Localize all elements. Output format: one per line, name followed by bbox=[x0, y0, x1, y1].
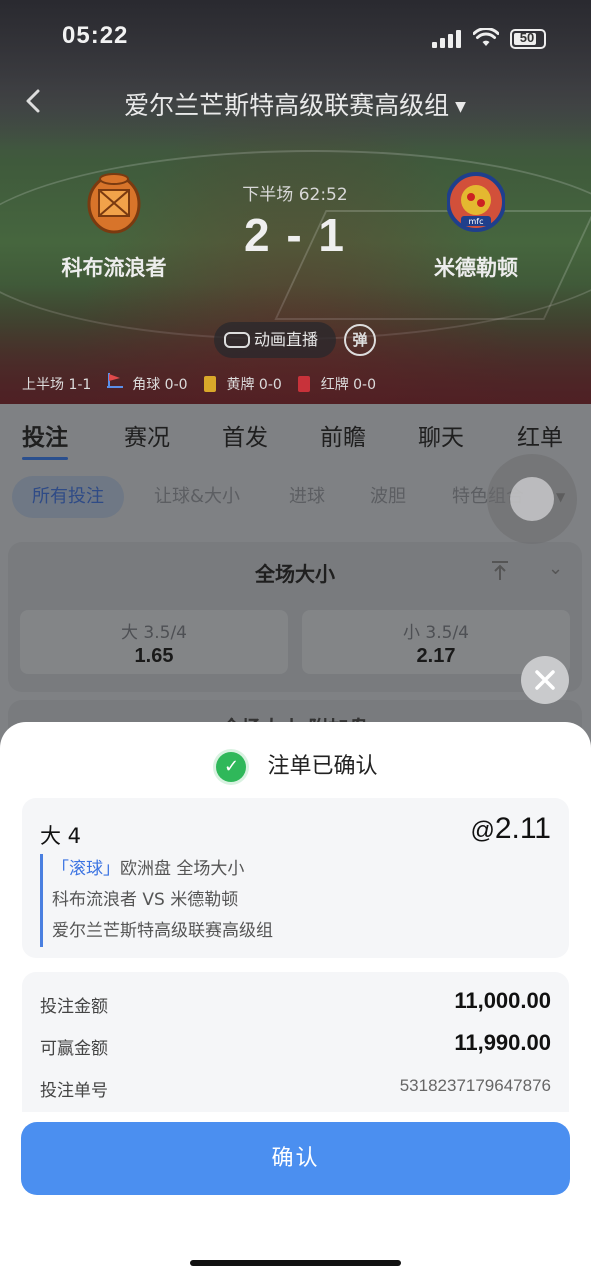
tab-chat[interactable]: 聊天 bbox=[418, 418, 464, 452]
chevron-left-icon bbox=[26, 89, 40, 113]
battery-level: 50 bbox=[519, 30, 535, 45]
corners-stat: 角球 0-0 bbox=[132, 377, 188, 393]
home-indicator bbox=[190, 1260, 401, 1266]
subtab-correct-score[interactable]: 波胆 bbox=[370, 476, 406, 518]
home-team[interactable]: 科布流浪者 bbox=[44, 170, 184, 282]
animation-icon bbox=[224, 332, 250, 348]
tab-match-status[interactable]: 赛况 bbox=[124, 418, 170, 452]
tab-bet[interactable]: 投注 bbox=[22, 418, 68, 460]
main-tabs: 投注 赛况 首发 前瞻 聊天 红单 bbox=[0, 404, 591, 466]
league-title: 爱尔兰芒斯特高级联赛高级组 bbox=[124, 91, 450, 120]
stake-value: 11,000.00 bbox=[454, 988, 551, 1013]
red-card-icon bbox=[298, 376, 311, 392]
battery-icon: 50 bbox=[510, 29, 546, 49]
status-bar: 05:22 50 bbox=[0, 22, 591, 58]
match-stats: 上半场 1-1 角球 0-0 黄牌 0-0 红牌 0-0 bbox=[22, 372, 582, 394]
status-time: 05:22 bbox=[62, 22, 129, 49]
odds-over-value: 1.65 bbox=[134, 645, 174, 667]
bet-market-line: 「滚球」欧洲盘 全场大小 bbox=[52, 854, 540, 885]
ticket-number[interactable]: 5318237179647876 bbox=[400, 1076, 551, 1096]
market-card-total: 全场大小 ⌄ 大 3.5/4 1.65 小 3.5/4 2.17 bbox=[8, 542, 582, 692]
signal-icon bbox=[432, 30, 462, 48]
close-icon bbox=[535, 670, 555, 690]
confirmation-text: 注单已确认 bbox=[267, 754, 378, 779]
yellow-cards-stat: 黄牌 0-0 bbox=[226, 377, 282, 393]
stake-row: 投注金额 11,000.00 bbox=[40, 988, 551, 1018]
subtab-goals[interactable]: 进球 bbox=[289, 476, 325, 518]
away-team-logo: mfc bbox=[446, 172, 506, 232]
check-circle-icon: ✓ bbox=[213, 749, 250, 785]
odds-under-label: 小 3.5/4 bbox=[403, 623, 469, 643]
match-score: 2 - 1 bbox=[243, 209, 347, 261]
away-team[interactable]: mfc 米德勒顿 bbox=[406, 170, 546, 282]
yellow-card-icon bbox=[204, 376, 217, 392]
stake-label: 投注金额 bbox=[40, 997, 108, 1017]
bet-confirmation-sheet: ✓ 注单已确认 大 4 @2.11 「滚球」欧洲盘 全场大小 科布流浪者 VS 米… bbox=[0, 722, 591, 1280]
odds-prefix: @ bbox=[470, 817, 495, 844]
bullet-comments-label: 弹 bbox=[352, 331, 368, 349]
odds-button-over[interactable]: 大 3.5/4 1.65 bbox=[20, 610, 288, 674]
bet-info: 「滚球」欧洲盘 全场大小 科布流浪者 VS 米德勒顿 爱尔兰芒斯特高级联赛高级组 bbox=[40, 854, 540, 947]
match-header: 05:22 50 爱尔兰芒斯特高级联赛高级组 ▼ 科布流浪者 下半场 62:52… bbox=[0, 0, 591, 404]
win-row: 可赢金额 11,990.00 bbox=[40, 1030, 551, 1060]
subtab-handicap-totals[interactable]: 让球&大小 bbox=[154, 476, 240, 518]
tab-preview[interactable]: 前瞻 bbox=[320, 418, 366, 452]
wifi-icon bbox=[473, 28, 499, 46]
caret-down-icon: ▼ bbox=[455, 99, 466, 115]
back-button[interactable] bbox=[22, 88, 52, 118]
bet-summary-card: 大 4 @2.11 「滚球」欧洲盘 全场大小 科布流浪者 VS 米德勒顿 爱尔兰… bbox=[22, 798, 569, 958]
match-period: 下半场 62:52 bbox=[242, 185, 348, 205]
market-description: 欧洲盘 全场大小 bbox=[120, 859, 245, 879]
win-value: 11,990.00 bbox=[454, 1030, 551, 1055]
first-half-score: 上半场 1-1 bbox=[22, 377, 92, 393]
live-tag: 「滚球」 bbox=[52, 859, 120, 879]
red-cards-stat: 红牌 0-0 bbox=[320, 377, 377, 393]
corner-flag-icon bbox=[106, 373, 123, 388]
odds-value: 2.11 bbox=[494, 812, 551, 845]
animation-live-button[interactable]: 动画直播 bbox=[214, 322, 336, 358]
tab-tips[interactable]: 红单 bbox=[517, 418, 563, 452]
confirm-button[interactable]: 确认 bbox=[21, 1122, 570, 1195]
bullet-comments-button[interactable]: 弹 bbox=[344, 324, 376, 356]
svg-text:mfc: mfc bbox=[468, 217, 483, 226]
bet-odds: @2.11 bbox=[470, 812, 551, 846]
bet-league: 爱尔兰芒斯特高级联赛高级组 bbox=[52, 921, 273, 941]
odds-over-label: 大 3.5/4 bbox=[121, 623, 187, 643]
away-team-name: 米德勒顿 bbox=[434, 256, 518, 280]
pin-top-icon[interactable] bbox=[490, 560, 510, 582]
league-title-dropdown[interactable]: 爱尔兰芒斯特高级联赛高级组 ▼ bbox=[100, 86, 490, 122]
close-button[interactable] bbox=[521, 656, 569, 704]
subtab-all-bets[interactable]: 所有投注 bbox=[12, 476, 124, 518]
assistive-touch-button[interactable] bbox=[487, 454, 577, 544]
home-team-name: 科布流浪者 bbox=[61, 256, 167, 280]
tab-lineup[interactable]: 首发 bbox=[222, 418, 268, 452]
bet-matchup: 科布流浪者 VS 米德勒顿 bbox=[52, 890, 239, 910]
ticket-row: 投注单号 5318237179647876 bbox=[40, 1072, 551, 1102]
win-label: 可赢金额 bbox=[40, 1039, 108, 1059]
confirmation-header: ✓ 注单已确认 bbox=[0, 748, 591, 785]
collapse-chevron-icon[interactable]: ⌄ bbox=[548, 558, 563, 579]
bet-selection: 大 4 bbox=[40, 824, 82, 848]
bet-detail-card: 投注金额 11,000.00 可赢金额 11,990.00 投注单号 53182… bbox=[22, 972, 569, 1112]
animation-live-label: 动画直播 bbox=[254, 330, 319, 349]
ticket-label: 投注单号 bbox=[40, 1081, 108, 1101]
home-team-logo bbox=[87, 173, 141, 234]
